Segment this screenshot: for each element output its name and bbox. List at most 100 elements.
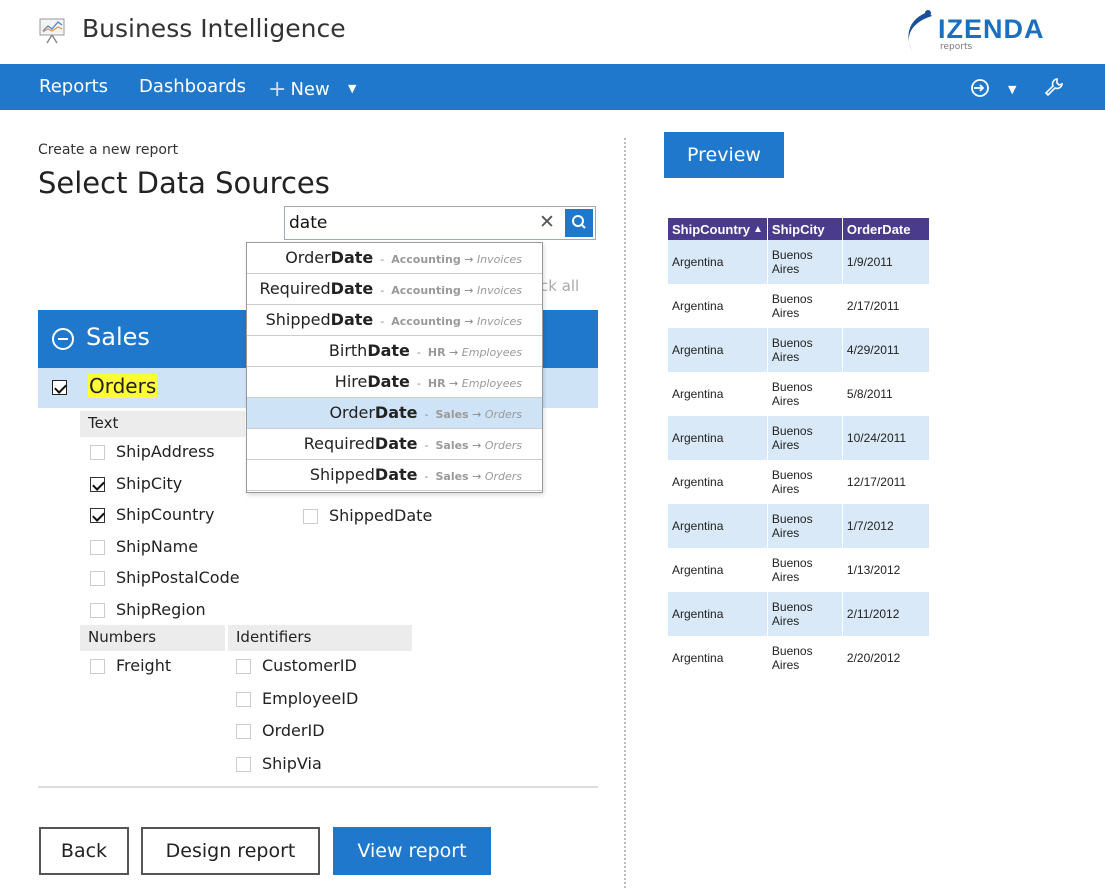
suggestion-meta: - Sales → Orders	[417, 470, 522, 483]
suggestion-item[interactable]: OrderDate - Sales → Orders	[247, 398, 542, 429]
field-search: ✕	[284, 206, 596, 240]
sign-in-icon[interactable]	[970, 78, 990, 98]
suggestion-match: Date	[367, 341, 410, 360]
search-icon	[572, 215, 586, 229]
suggestion-item[interactable]: OrderDate - Accounting → Invoices	[247, 243, 542, 274]
suggestion-source: HR	[427, 377, 446, 390]
main-nav: Reports Dashboards + New ▼ ▼	[0, 64, 1105, 110]
suggestion-table: Employees	[461, 346, 522, 359]
suggestion-prefix: Required	[303, 434, 375, 453]
suggestion-item[interactable]: HireDate - HR → Employees	[247, 367, 542, 398]
suggestion-item[interactable]: ShippedDate - Sales → Orders	[247, 460, 542, 491]
table-row: Argentina Buenos Aires 2/20/2012	[668, 636, 930, 680]
field-label: Freight	[116, 656, 172, 675]
field-checkbox[interactable]	[303, 509, 318, 524]
clear-search-icon[interactable]: ✕	[539, 211, 555, 233]
field-checkbox[interactable]	[90, 571, 105, 586]
field-checkbox[interactable]	[90, 602, 105, 618]
table-cell: Argentina	[668, 504, 768, 548]
column-header-shipcountry[interactable]: ShipCountry ▲	[668, 218, 768, 240]
suggestion-meta: - Sales → Orders	[417, 439, 522, 452]
field-label: EmployeeID	[262, 688, 359, 708]
suggestion-table: Employees	[461, 377, 522, 390]
app-title: Business Intelligence	[82, 14, 346, 43]
table-row: Argentina Buenos Aires 5/8/2011	[668, 372, 930, 416]
presentation-chart-icon	[39, 18, 65, 44]
field-label: ShipPostalCode	[116, 568, 240, 587]
suggestion-prefix: Order	[285, 248, 331, 267]
collapse-icon[interactable]	[52, 328, 74, 350]
preview-button[interactable]: Preview	[664, 132, 784, 178]
logo-subtext: reports	[940, 42, 973, 52]
field-checkbox[interactable]	[236, 724, 251, 739]
new-dropdown-caret-icon[interactable]: ▼	[348, 82, 356, 95]
suggestion-item[interactable]: RequiredDate - Accounting → Invoices	[247, 274, 542, 305]
table-cell: 12/17/2011	[842, 460, 930, 504]
suggestion-match: Date	[330, 279, 374, 298]
suggestion-table: Invoices	[476, 284, 522, 297]
check-all-link[interactable]: ck all	[540, 277, 579, 295]
table-cell: 1/7/2012	[842, 504, 930, 548]
field-checkbox[interactable]	[236, 659, 251, 674]
view-report-button[interactable]: View report	[333, 827, 491, 875]
suggestion-source: Sales	[435, 408, 469, 421]
suggestion-match: Date	[374, 465, 418, 484]
table-cell: Argentina	[668, 592, 768, 636]
logo-text: IZENDA	[938, 14, 1045, 44]
section-divider	[38, 786, 598, 788]
wrench-settings-icon[interactable]	[1044, 77, 1064, 97]
column-header-orderdate[interactable]: OrderDate	[842, 218, 930, 240]
suggestion-table: Orders	[484, 408, 522, 421]
field-label: ShipAddress	[116, 442, 215, 461]
nav-dashboards[interactable]: Dashboards	[139, 76, 246, 97]
table-cell: Buenos Aires	[767, 416, 843, 460]
suggestion-source: Accounting	[391, 315, 461, 328]
nav-new[interactable]: + New	[268, 76, 330, 102]
suggestion-prefix: Order	[329, 403, 375, 422]
table-cell: 10/24/2011	[842, 416, 930, 460]
table-cell: Argentina	[668, 460, 768, 504]
table-row: Argentina Buenos Aires 2/17/2011	[668, 284, 930, 328]
field-checkbox[interactable]	[90, 445, 105, 460]
back-button[interactable]: Back	[39, 827, 129, 875]
column-header-shipcity[interactable]: ShipCity	[767, 218, 843, 240]
suggestion-prefix: Shipped	[309, 465, 375, 484]
field-checkbox[interactable]	[236, 691, 251, 707]
suggestion-item[interactable]: ShippedDate - Accounting → Invoices	[247, 305, 542, 336]
orders-checkbox[interactable]	[52, 380, 67, 399]
nav-reports[interactable]: Reports	[39, 76, 108, 97]
table-cell: Buenos Aires	[767, 328, 843, 372]
table-cell: 1/9/2011	[842, 240, 930, 284]
suggestion-meta: - Accounting → Invoices	[373, 284, 522, 297]
suggestion-match: Date	[330, 310, 374, 329]
field-checkbox[interactable]	[90, 508, 105, 523]
suggestion-match: Date	[374, 434, 418, 453]
table-cell: 2/20/2012	[842, 636, 930, 680]
field-checkbox[interactable]	[90, 539, 105, 555]
search-input[interactable]	[285, 207, 535, 239]
page-subtitle: Create a new report	[38, 142, 179, 158]
table-cell: Argentina	[668, 548, 768, 592]
suggestion-item[interactable]: BirthDate - HR → Employees	[247, 336, 542, 367]
table-cell: 1/13/2012	[842, 548, 930, 592]
suggestion-meta: - Accounting → Invoices	[373, 253, 522, 266]
search-button[interactable]	[565, 209, 593, 237]
table-cell: Argentina	[668, 636, 768, 680]
suggestion-table: Invoices	[476, 315, 522, 328]
suggestion-table: Orders	[484, 470, 522, 483]
field-checkbox[interactable]	[236, 756, 251, 772]
table-cell: 5/8/2011	[842, 372, 930, 416]
table-cell: Buenos Aires	[767, 592, 843, 636]
plus-icon: +	[268, 77, 287, 102]
app-header: Business Intelligence IZENDA reports	[0, 0, 1105, 64]
suggestion-item[interactable]: RequiredDate - Sales → Orders	[247, 429, 542, 460]
table-row: Argentina Buenos Aires 12/17/2011	[668, 460, 930, 504]
field-label: OrderID	[262, 721, 325, 740]
field-checkbox[interactable]	[90, 476, 105, 492]
table-cell: Argentina	[668, 284, 768, 328]
table-cell: Buenos Aires	[767, 284, 843, 328]
user-dropdown-caret-icon[interactable]: ▼	[1008, 83, 1016, 96]
design-report-button[interactable]: Design report	[141, 827, 320, 875]
field-checkbox[interactable]	[90, 659, 105, 674]
page-title: Select Data Sources	[38, 166, 330, 200]
